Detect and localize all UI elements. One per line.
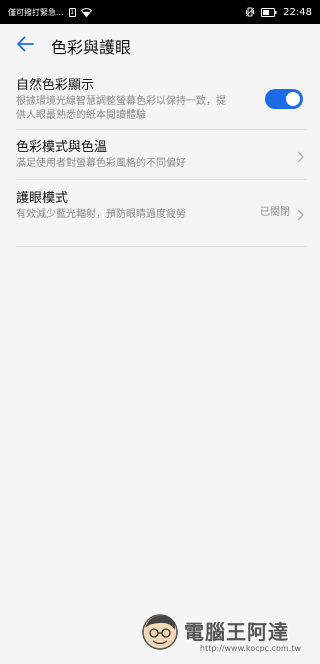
watermark-url: http://www.kocpc.com.tw: [200, 644, 301, 653]
page-title: 色彩與護眼: [51, 38, 132, 57]
status-right: 22:48: [245, 7, 312, 18]
setting-description: 有效減少藍光輻射，預防眼睛過度疲勞: [16, 209, 186, 220]
battery-icon: [261, 7, 277, 17]
status-left: 僅可撥打緊急... 1: [8, 7, 92, 18]
setting-eye-comfort[interactable]: 護眼模式 有效減少藍光輻射，預防眼睛過度疲勞 已關閉: [16, 180, 306, 247]
setting-color-mode[interactable]: 色彩模式與色溫 滿足使用者對螢幕色彩風格的不同偏好: [16, 130, 306, 180]
sim-icon: 1: [68, 7, 76, 17]
status-bar: 僅可撥打緊急... 1 22:48: [0, 0, 320, 24]
setting-title: 色彩模式與色溫: [16, 140, 108, 155]
watermark: 電腦王阿達 http://www.kocpc.com.tw: [140, 612, 320, 660]
natural-color-toggle[interactable]: [265, 89, 303, 109]
toggle-knob: [286, 92, 300, 106]
app-bar: 色彩與護眼: [0, 24, 320, 68]
vibrate-icon: [245, 7, 255, 17]
clock: 22:48: [283, 6, 312, 18]
setting-natural-color[interactable]: 自然色彩顯示 根據環境光線智慧調整螢幕色彩以保持一致，提供人眼最熟悉的紙本閱讀體…: [16, 68, 306, 130]
carrier-text: 僅可撥打緊急...: [8, 7, 64, 17]
setting-description: 根據環境光線智慧調整螢幕色彩以保持一致，提供人眼最熟悉的紙本閱讀體驗: [16, 96, 226, 121]
wifi-icon: [80, 7, 92, 17]
setting-value: 已關閉: [260, 207, 290, 218]
settings-list: 自然色彩顯示 根據環境光線智慧調整螢幕色彩以保持一致，提供人眼最熟悉的紙本閱讀體…: [16, 68, 306, 247]
chevron-right-icon: [297, 206, 304, 225]
arrow-left-icon: [16, 36, 34, 56]
mascot-face-icon: [142, 614, 178, 650]
setting-title: 自然色彩顯示: [16, 78, 95, 93]
back-button[interactable]: [11, 32, 39, 60]
setting-description: 滿足使用者對螢幕色彩風格的不同偏好: [16, 158, 186, 169]
watermark-brand: 電腦王阿達: [184, 620, 289, 644]
chevron-right-icon: [297, 148, 304, 167]
